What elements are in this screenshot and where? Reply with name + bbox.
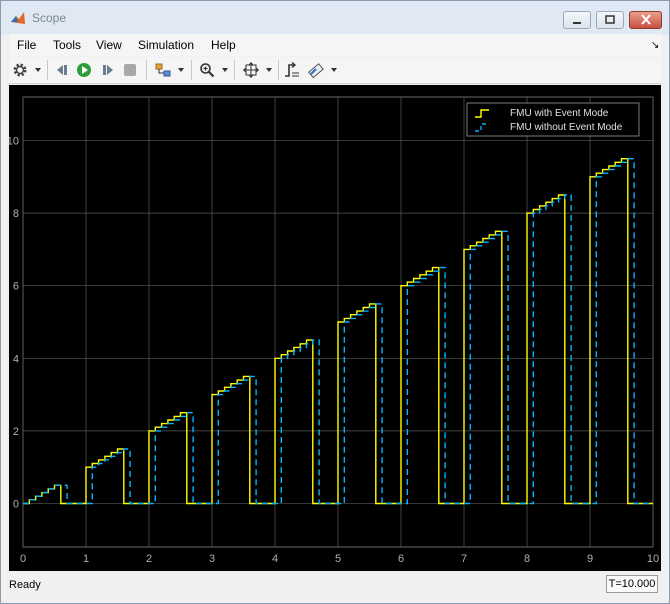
menu-tools[interactable]: Tools	[53, 38, 81, 52]
menu-bar: File Tools View Simulation Help ↘	[9, 34, 661, 56]
y-tick-label: 8	[13, 208, 19, 220]
chevron-down-icon[interactable]	[331, 68, 337, 72]
chart: 0 1 2 3 4 5 6 7 8 9 10 0 2 4 6 8 10 FMU with Event Mode FM…	[9, 96, 659, 565]
zoom-icon[interactable]	[199, 62, 215, 78]
y-tick-label: 6	[13, 281, 19, 293]
toolbar	[9, 57, 661, 84]
toolbar-separator	[234, 60, 235, 80]
toolbar-separator	[191, 60, 192, 80]
menu-file[interactable]: File	[17, 38, 36, 52]
y-tick-label: 0	[13, 498, 19, 510]
maximize-icon	[605, 15, 615, 24]
scope-display[interactable]: 0 1 2 3 4 5 6 7 8 9 10 0 2 4 6 8 10 FMU with Event Mode FM…	[9, 85, 661, 571]
maximize-button[interactable]	[596, 11, 624, 29]
step-back-icon[interactable]	[54, 62, 70, 78]
gear-icon[interactable]	[12, 62, 28, 78]
chevron-down-icon[interactable]	[35, 68, 41, 72]
status-text: Ready	[9, 579, 41, 591]
x-tick-label: 8	[524, 553, 530, 565]
chevron-down-icon[interactable]	[178, 68, 184, 72]
title-bar[interactable]: Scope	[1, 1, 669, 35]
x-tick-label: 9	[587, 553, 593, 565]
simulation-time: T=10.000	[606, 575, 658, 593]
y-tick-label: 2	[13, 426, 19, 438]
x-tick-label: 3	[209, 553, 215, 565]
x-tick-label: 2	[146, 553, 152, 565]
x-tick-label: 4	[272, 553, 278, 565]
toolbar-separator	[47, 60, 48, 80]
x-tick-label: 10	[647, 553, 659, 565]
matlab-logo-icon	[11, 12, 25, 24]
menu-simulation[interactable]: Simulation	[138, 38, 194, 52]
dock-arrow-icon[interactable]: ↘	[651, 40, 659, 51]
scope-window: Scope File Tools View Simulation Help ↘	[0, 0, 670, 604]
status-bar: Ready T=10.000	[1, 573, 669, 601]
run-icon[interactable]	[76, 62, 92, 78]
x-tick-label: 5	[335, 553, 341, 565]
close-button[interactable]	[629, 11, 662, 29]
chevron-down-icon[interactable]	[266, 68, 272, 72]
minimize-icon	[573, 22, 581, 24]
minimize-button[interactable]	[563, 11, 591, 29]
x-tick-label: 6	[398, 553, 404, 565]
highlight-icon[interactable]	[308, 62, 324, 78]
window-title: Scope	[32, 11, 67, 25]
fit-axes-icon[interactable]	[243, 62, 259, 78]
signal-selector-icon[interactable]	[155, 62, 171, 78]
y-tick-label: 10	[9, 136, 19, 148]
x-tick-label: 7	[461, 553, 467, 565]
toolbar-separator	[146, 60, 147, 80]
toolbar-separator	[278, 60, 279, 80]
legend-label: FMU with Event Mode	[510, 108, 609, 119]
legend-label: FMU without Event Mode	[510, 122, 623, 133]
x-tick-label: 0	[20, 553, 26, 565]
x-tick-label: 1	[83, 553, 89, 565]
triggers-icon[interactable]	[284, 62, 300, 78]
step-forward-icon[interactable]	[100, 62, 116, 78]
chevron-down-icon[interactable]	[222, 68, 228, 72]
close-icon	[640, 14, 651, 25]
menu-help[interactable]: Help	[211, 38, 236, 52]
menu-view[interactable]: View	[96, 38, 122, 52]
stop-icon[interactable]	[122, 62, 138, 78]
y-tick-label: 4	[13, 353, 19, 365]
